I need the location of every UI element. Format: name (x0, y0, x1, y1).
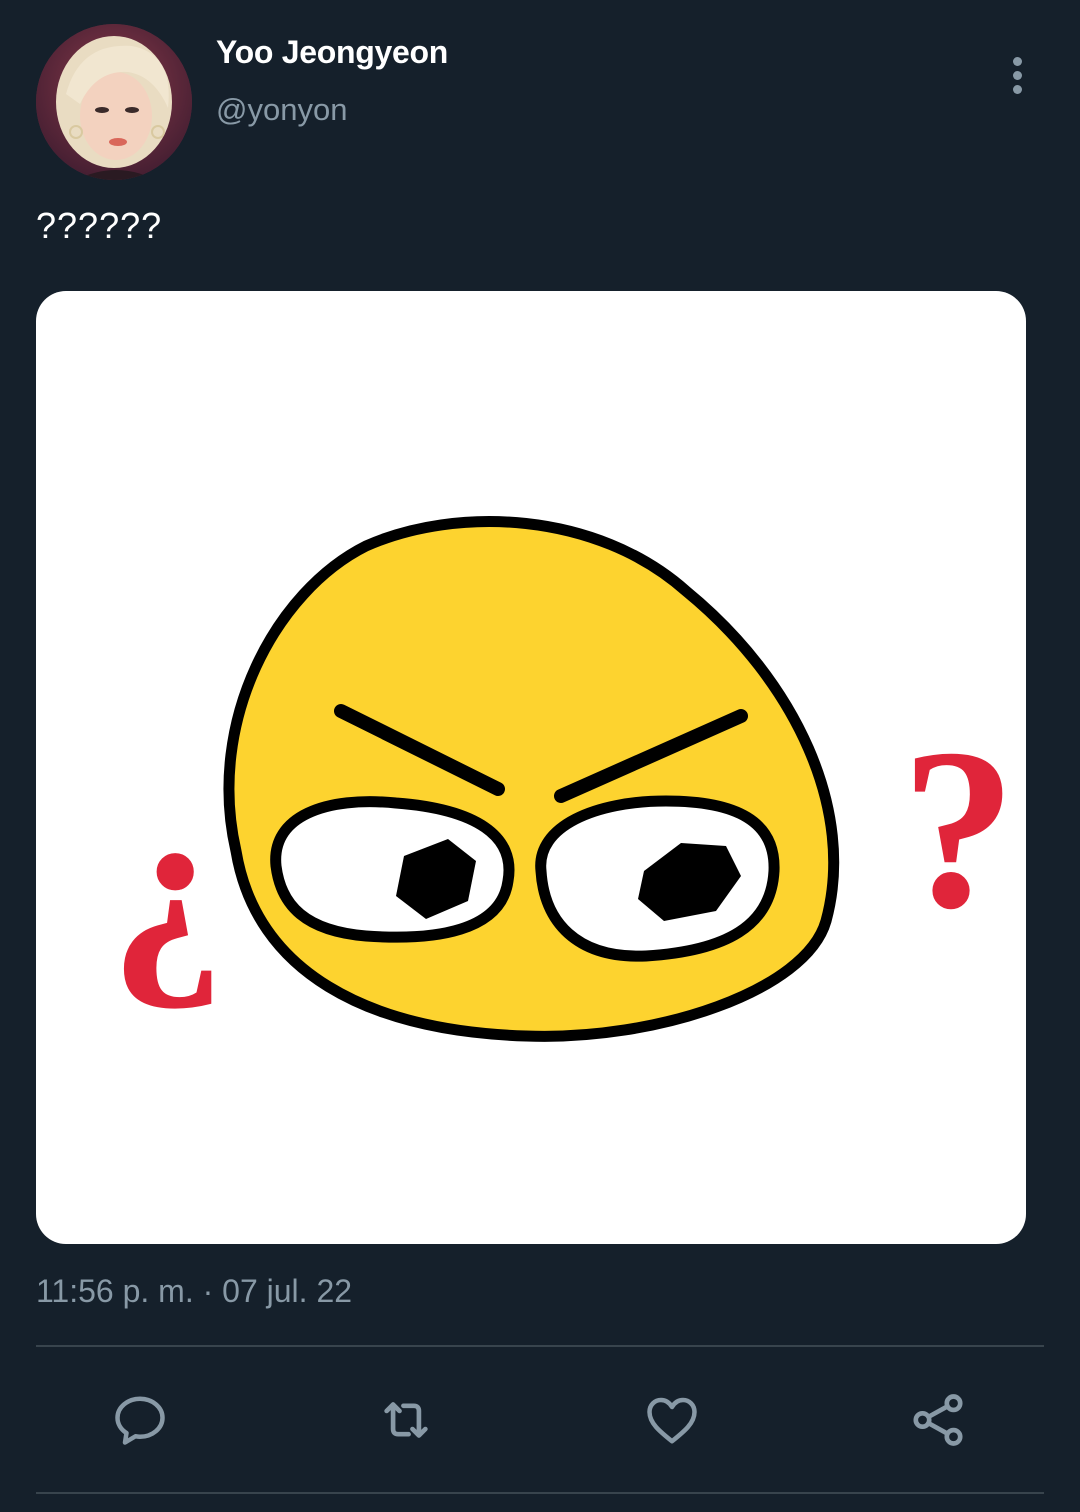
tweet-text: ?????? (36, 205, 163, 246)
like-button[interactable] (640, 1388, 704, 1452)
reply-icon (115, 1396, 165, 1445)
tweet-action-bar (0, 1370, 1080, 1466)
more-options-button[interactable] (996, 50, 1038, 100)
retweet-icon (384, 1402, 428, 1438)
author-display-name[interactable]: Yoo Jeongyeon (216, 34, 448, 71)
author-handle[interactable]: @yonyon (216, 92, 347, 128)
more-icon-dot (1012, 84, 1022, 94)
share-icon (913, 1394, 963, 1446)
divider (36, 1345, 1044, 1347)
more-icon-dot (1012, 56, 1022, 66)
avatar[interactable] (36, 24, 192, 180)
retweet-button[interactable] (374, 1388, 438, 1452)
inverted-question-mark: ¿ (110, 756, 225, 1011)
tweet-timestamp[interactable]: 11:56 p. m. · 07 jul. 22 (36, 1273, 352, 1310)
emoji-face (223, 516, 840, 1042)
reply-button[interactable] (108, 1388, 172, 1452)
tweet-media-image[interactable]: ¿ ? (36, 291, 1026, 1244)
more-icon-dot (1012, 70, 1022, 80)
confused-emoji-illustration: ¿ ? (110, 516, 1016, 1042)
question-mark: ? (901, 701, 1016, 956)
avatar-photo (36, 24, 192, 180)
share-button[interactable] (906, 1388, 970, 1452)
heart-icon (647, 1397, 697, 1444)
divider (36, 1492, 1044, 1494)
